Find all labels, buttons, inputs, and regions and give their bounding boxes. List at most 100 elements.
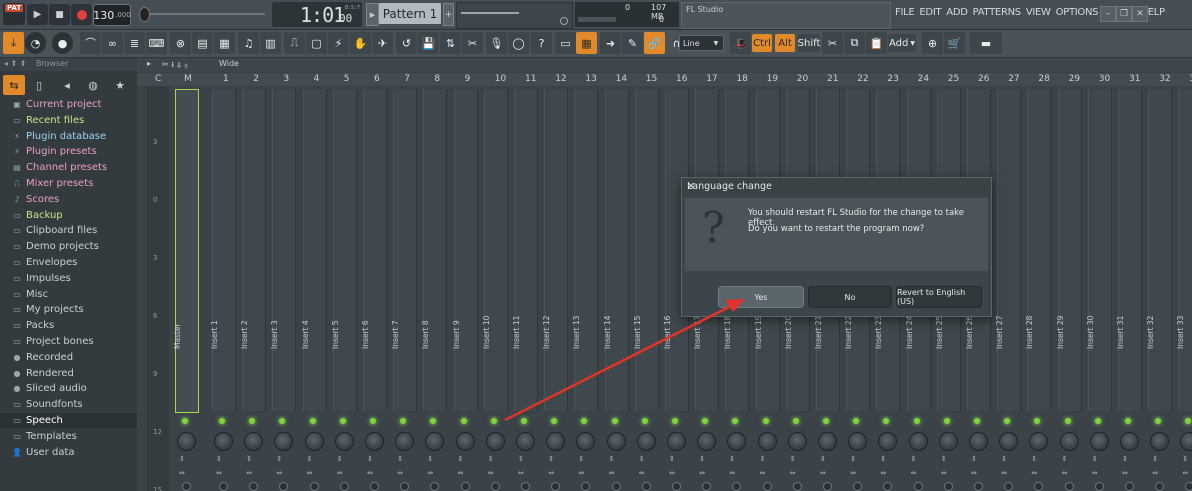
ruler-label[interactable]: 21 — [827, 74, 838, 84]
send-dot[interactable] — [1034, 482, 1044, 491]
pattern-selector[interactable]: ▶ Pattern 1 + — [366, 3, 454, 26]
track-enable-led[interactable] — [913, 418, 920, 424]
route-arrows-icon[interactable]: ⇕ — [669, 455, 675, 463]
track-enable-led[interactable] — [611, 418, 618, 424]
tempo-display[interactable]: 130.000 — [93, 4, 131, 26]
track-enable-led[interactable] — [551, 418, 558, 424]
tab-all-icon[interactable]: ⇆ — [3, 75, 25, 95]
swap-arrows-icon[interactable]: ⇔ — [337, 469, 343, 477]
track-enable-led[interactable] — [702, 418, 709, 424]
menu-add[interactable]: ADD — [946, 7, 968, 21]
insert-track[interactable]: Insert 31 ⇕ ⇔ — [1116, 89, 1142, 491]
ruler-label[interactable]: 18 — [736, 74, 747, 84]
track-enable-led[interactable] — [883, 418, 890, 424]
track-enable-led[interactable] — [249, 418, 256, 424]
swap-arrows-icon[interactable]: ⇔ — [880, 469, 886, 477]
send-dot[interactable] — [400, 482, 410, 491]
route-arrows-icon[interactable]: ⇕ — [246, 455, 252, 463]
send-dot[interactable] — [702, 482, 712, 491]
swap-arrows-icon[interactable]: ⇔ — [1031, 469, 1037, 477]
browser-item[interactable]: ▭ Packs — [12, 318, 54, 333]
ruler-label[interactable]: M — [184, 74, 192, 84]
track-body[interactable] — [332, 89, 357, 411]
swap-arrows-icon[interactable]: ⇔ — [578, 469, 584, 477]
master-pitch-knob[interactable] — [139, 7, 150, 22]
swap-arrows-icon[interactable]: ⇔ — [276, 469, 282, 477]
track-body[interactable] — [634, 89, 659, 411]
track-body[interactable] — [453, 89, 478, 411]
send-dot[interactable] — [1185, 482, 1192, 491]
browser-item[interactable]: ▭ Clipboard files — [12, 223, 97, 238]
song-position-display[interactable]: 1:01 B:S:T 00 — [272, 2, 362, 27]
ruler-label[interactable]: 14 — [616, 74, 627, 84]
copy-icon[interactable]: ⧉ — [844, 32, 865, 54]
browser-item[interactable]: ▭ Recent files — [12, 113, 84, 128]
track-body[interactable] — [302, 89, 327, 411]
metronome-knob-icon[interactable]: ◔ — [25, 32, 46, 54]
ruler-label[interactable]: 27 — [1008, 74, 1019, 84]
send-dot[interactable] — [249, 482, 259, 491]
send-dot[interactable] — [1094, 482, 1104, 491]
route-arrows-icon[interactable]: ⇕ — [609, 455, 615, 463]
pattern-song-toggle[interactable]: PAT — [3, 3, 25, 25]
send-dot[interactable] — [974, 482, 983, 491]
swap-arrows-icon[interactable]: ⇔ — [1122, 469, 1128, 477]
send-dot[interactable] — [581, 482, 591, 491]
playlist-icon[interactable]: ▦ — [214, 32, 235, 54]
swap-arrows-icon[interactable]: ⇔ — [488, 469, 494, 477]
route-arrows-icon[interactable]: ⇕ — [639, 455, 645, 463]
pan-knob[interactable] — [1089, 432, 1109, 451]
route-arrows-icon[interactable]: ⇕ — [307, 455, 313, 463]
tab-plugins-icon[interactable]: ◂ — [56, 75, 78, 95]
insert-track[interactable]: Insert 4 ⇕ ⇔ — [301, 89, 327, 491]
browser-item[interactable]: ⎍ Mixer presets — [12, 176, 93, 191]
send-dot[interactable] — [370, 482, 379, 491]
revert-english-button[interactable]: Revert to English (US) — [896, 286, 982, 308]
keyboard-preview-icon[interactable]: ▬ — [970, 32, 1002, 54]
send-dot[interactable] — [219, 482, 228, 491]
pan-knob[interactable] — [1180, 432, 1192, 451]
track-body[interactable] — [574, 89, 599, 411]
track-enable-led[interactable] — [974, 418, 980, 424]
pan-knob[interactable] — [667, 432, 686, 451]
ruler-label[interactable]: 19 — [767, 74, 778, 84]
pan-knob[interactable] — [177, 432, 196, 451]
route-arrows-icon[interactable]: ⇕ — [820, 455, 826, 463]
route-arrows-icon[interactable]: ⇕ — [1092, 455, 1098, 463]
insert-track[interactable]: Insert 7 ⇕ ⇔ — [391, 89, 418, 491]
ruler-label[interactable]: 2 — [253, 74, 259, 84]
route-arrows-icon[interactable]: ⇕ — [216, 455, 222, 463]
route-arrows-icon[interactable]: ⇕ — [699, 455, 705, 463]
menu-file[interactable]: FILE — [895, 7, 915, 21]
insert-track[interactable]: Insert 12 ⇕ ⇔ — [542, 89, 569, 491]
pan-knob[interactable] — [304, 432, 324, 451]
track-body[interactable] — [393, 89, 418, 411]
track-enable-led[interactable] — [1125, 418, 1131, 424]
swap-arrows-icon[interactable]: ⇔ — [367, 469, 373, 477]
pan-knob[interactable] — [1029, 432, 1049, 451]
track-enable-led[interactable] — [1185, 418, 1192, 424]
ruler-label[interactable]: 20 — [797, 74, 808, 84]
pan-knob[interactable] — [274, 432, 294, 451]
add-pattern-button[interactable]: + — [443, 3, 454, 26]
send-dot[interactable] — [823, 482, 832, 491]
pan-knob[interactable] — [1059, 432, 1079, 451]
snap-grid-icon[interactable]: ▦ — [576, 32, 597, 54]
route-arrows-icon[interactable]: ⇕ — [1182, 455, 1188, 463]
send-dot[interactable] — [1155, 482, 1165, 491]
swap-arrows-icon[interactable]: ⇔ — [1092, 469, 1098, 477]
track-enable-led[interactable] — [581, 418, 588, 424]
swap-arrows-icon[interactable]: ⇔ — [1001, 469, 1007, 477]
no-button[interactable]: No — [808, 286, 892, 308]
insert-track[interactable]: Insert 29 ⇕ ⇔ — [1056, 89, 1082, 491]
track-enable-led[interactable] — [521, 418, 527, 424]
track-body[interactable] — [212, 89, 236, 411]
route-arrows-icon[interactable]: ⇕ — [760, 455, 766, 463]
route-arrows-icon[interactable]: ⇕ — [790, 455, 796, 463]
insert-track[interactable]: Insert 27 ⇕ ⇔ — [995, 89, 1022, 491]
track-enable-led[interactable] — [219, 418, 225, 424]
swap-arrows-icon[interactable]: ⇔ — [427, 469, 433, 477]
browser-item[interactable]: ⚡ Plugin presets — [12, 144, 97, 159]
swap-arrows-icon[interactable]: ⇔ — [548, 469, 554, 477]
track-enable-led[interactable] — [1155, 418, 1162, 424]
